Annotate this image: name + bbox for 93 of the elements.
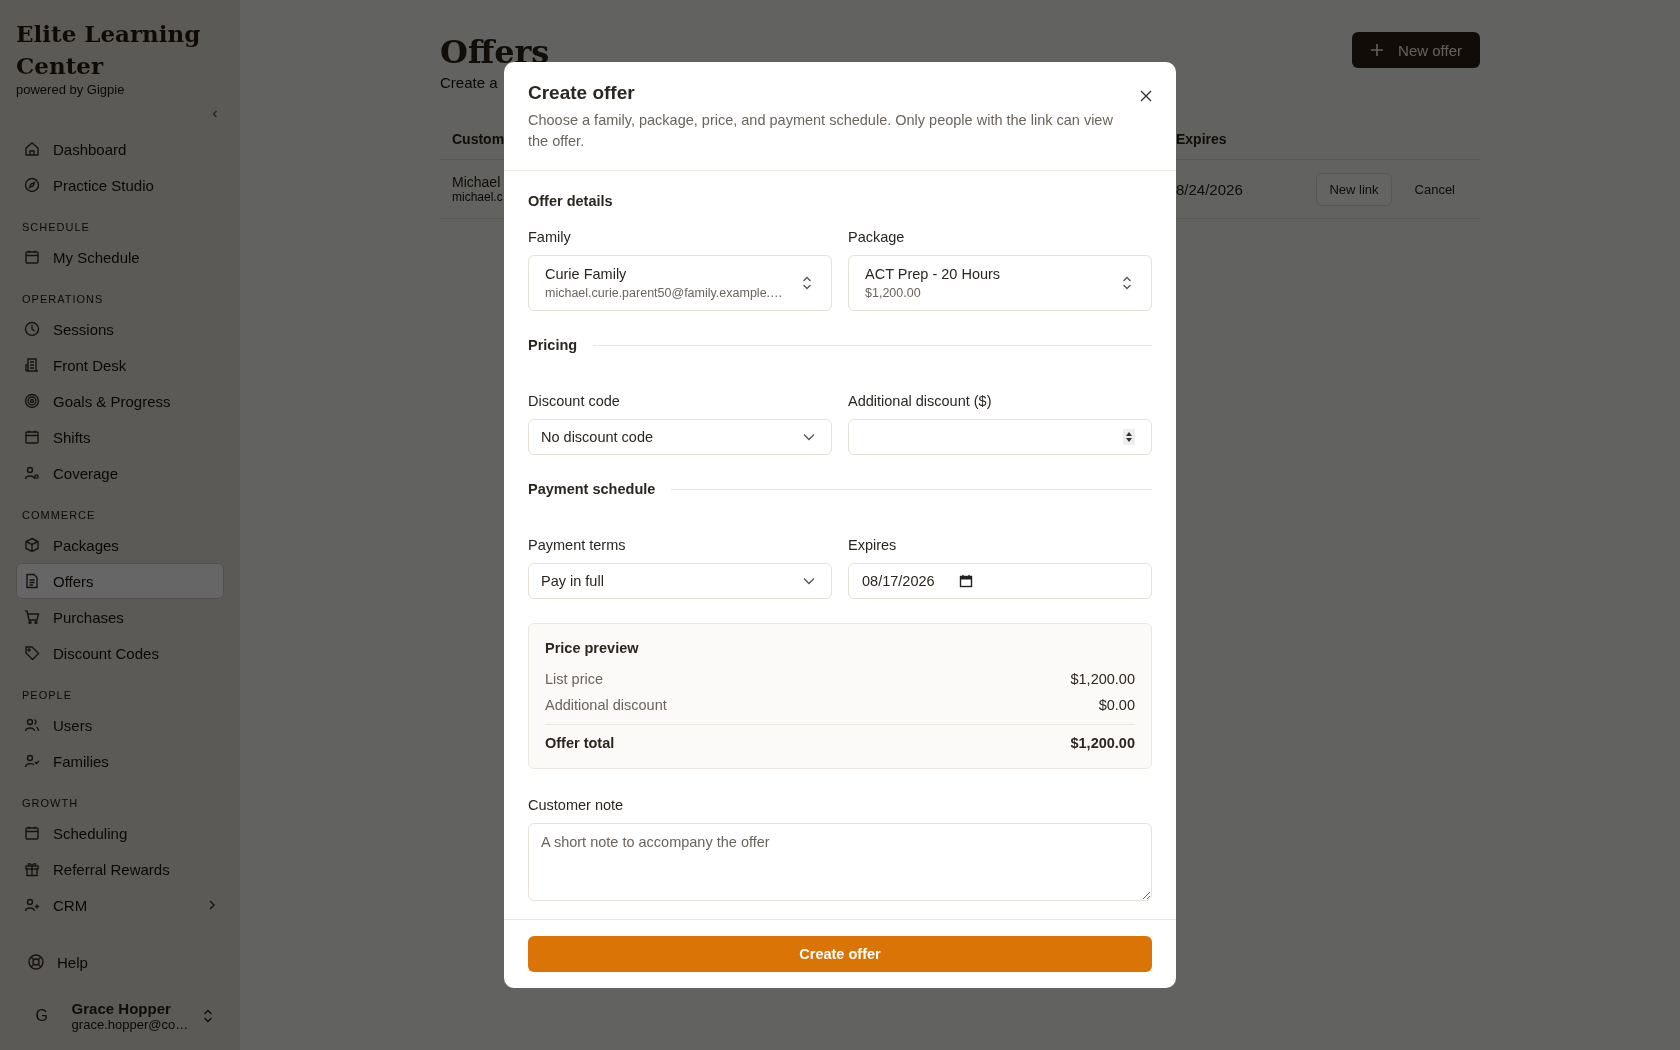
column-header: Custom (452, 131, 506, 147)
cancel-button[interactable]: Cancel (1401, 172, 1468, 206)
section-heading: Payment schedule (528, 481, 656, 497)
page-subtitle: Create a (440, 74, 499, 91)
calendar-icon (23, 248, 41, 266)
chevron-down-icon (803, 577, 815, 585)
section-heading: SCHEDULE (21, 220, 91, 235)
table-cell-text: 8/24/2026 (1176, 180, 1244, 198)
page-title: Offers (440, 32, 550, 72)
sidebar-item[interactable]: My Schedule (16, 239, 224, 275)
customer-email: michael.c (452, 190, 504, 204)
chevron-down-icon (803, 433, 815, 441)
dialog-description: Choose a family, package, price, and payment schedule. Only people with the link can view the offer. (528, 111, 1114, 151)
sidebar-item[interactable]: Packages (16, 527, 224, 563)
box-icon (23, 536, 41, 554)
sidebar-item[interactable]: Families (16, 743, 224, 779)
user-avatar: G (34, 1007, 50, 1025)
sidebar-item[interactable]: Sessions (16, 311, 224, 347)
plus-icon (1370, 43, 1385, 57)
sidebar-item[interactable]: Referral Rewards (16, 851, 224, 887)
sidebar-item[interactable]: Coverage (16, 455, 224, 491)
payment-terms-select[interactable]: Pay in full (528, 563, 832, 599)
close-icon[interactable] (1140, 90, 1152, 102)
price-value: $1,200.00 (1070, 671, 1135, 687)
sidebar-item[interactable]: Dashboard (16, 131, 224, 167)
user-menu[interactable]: G Grace Hopper grace.hopper@co… (16, 980, 224, 1036)
sidebar-item[interactable]: Purchases (16, 599, 224, 635)
sidebar-item[interactable]: Goals & Progress (16, 383, 224, 419)
document-icon (23, 572, 41, 590)
updown-icon (1121, 275, 1133, 291)
preview-title: Price preview (545, 640, 640, 656)
calendar-icon[interactable] (958, 574, 973, 588)
updown-icon (801, 275, 813, 291)
section-heading: OPERATIONS (21, 292, 105, 307)
customer-name: Michael (452, 174, 502, 190)
price-value: $0.00 (1098, 697, 1135, 713)
target-icon (23, 392, 41, 410)
new-offer-button[interactable]: New offer (1352, 32, 1480, 68)
person-plus-icon (23, 896, 41, 914)
section-heading: COMMERCE (21, 508, 97, 523)
sidebar-item[interactable]: CRM (16, 887, 224, 923)
sidebar-item[interactable]: Users (16, 707, 224, 743)
user-email: grace.hopper@co… (71, 1017, 189, 1032)
create-offer-button[interactable]: Create offer (528, 936, 1152, 972)
new-link-button[interactable]: New link (1316, 172, 1392, 206)
help-item[interactable]: Help (16, 944, 224, 980)
sidebar-item[interactable]: Discount Codes (16, 635, 224, 671)
lifebuoy-icon (27, 953, 45, 971)
calendar-icon (23, 428, 41, 446)
section-heading: Offer details (528, 193, 614, 209)
sidebar-item[interactable]: Offers (16, 563, 224, 599)
package-select[interactable]: ACT Prep - 20 Hours $1,200.00 (848, 255, 1152, 311)
field-label: Family (528, 229, 572, 245)
customer-note-field[interactable]: A short note to accompany the offer (528, 823, 1152, 901)
gift-icon (23, 860, 41, 878)
user-name: Grace Hopper (71, 1000, 172, 1017)
sidebar-item[interactable]: Scheduling (16, 815, 224, 851)
dialog-title: Create offer (528, 82, 636, 104)
field-label: Package (848, 229, 906, 245)
person-icon (23, 464, 41, 482)
field-label: Payment terms (528, 537, 627, 553)
additional-discount-field[interactable] (848, 419, 1152, 455)
price-label: List price (545, 671, 604, 687)
field-label: Expires (848, 537, 898, 553)
column-header: Expires (1176, 131, 1228, 147)
sidebar-item[interactable]: Shifts (16, 419, 224, 455)
sidebar-item[interactable]: Practice Studio (16, 167, 224, 203)
brand-tagline: powered by Gigpie (16, 82, 126, 97)
price-value: $1,200.00 (1070, 735, 1135, 751)
users-icon (23, 716, 41, 734)
date-field[interactable]: 08/17/2026 (862, 573, 935, 589)
family-select[interactable]: Curie Family michael.curie.parent50@family.example.… (528, 255, 832, 311)
home-icon (23, 140, 41, 158)
tag-icon (23, 644, 41, 662)
field-label: Customer note (528, 797, 625, 813)
field-label: Additional discount ($) (848, 393, 993, 409)
person-check-icon (23, 752, 41, 770)
discount-code-select[interactable]: No discount code (528, 419, 832, 455)
updown-icon (202, 1008, 214, 1024)
calendar-icon (23, 824, 41, 842)
building-icon (23, 356, 41, 374)
section-heading: GROWTH (21, 796, 80, 811)
price-label: Offer total (545, 735, 615, 751)
spinner-icon[interactable] (1123, 429, 1135, 445)
brand-title: Elite Learning Center (16, 19, 202, 81)
sidebar-item[interactable]: Front Desk (16, 347, 224, 383)
section-heading: Pricing (528, 337, 578, 353)
cart-icon (23, 608, 41, 626)
field-label: Discount code (528, 393, 621, 409)
price-label: Additional discount (545, 697, 667, 713)
section-heading: PEOPLE (21, 688, 74, 703)
clock-icon (23, 320, 41, 338)
compass-icon (23, 176, 41, 194)
